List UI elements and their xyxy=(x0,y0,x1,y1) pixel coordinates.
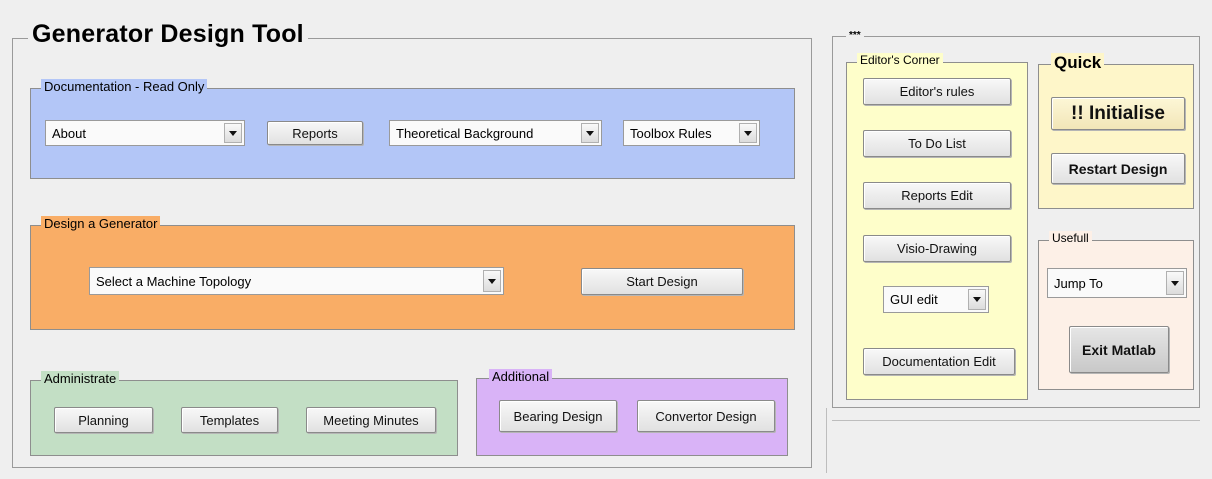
about-select-value: About xyxy=(52,125,86,141)
documentation-panel: Documentation - Read Only About Reports … xyxy=(30,79,795,179)
convertor-design-button[interactable]: Convertor Design xyxy=(637,400,775,432)
editors-rules-button[interactable]: Editor's rules xyxy=(863,78,1011,105)
chevron-down-icon xyxy=(224,123,242,143)
chevron-down-icon xyxy=(483,270,501,292)
editors-corner-label: Editor's Corner xyxy=(857,53,943,67)
reports-button[interactable]: Reports xyxy=(267,121,363,145)
gui-select-value: GUI edit xyxy=(890,292,938,307)
start-design-button[interactable]: Start Design xyxy=(581,268,743,295)
restart-design-button[interactable]: Restart Design xyxy=(1051,153,1185,184)
theoretical-background-select[interactable]: Theoretical Background xyxy=(389,120,602,146)
toolbox-rules-select[interactable]: Toolbox Rules xyxy=(623,120,760,146)
additional-panel-label: Additional xyxy=(489,369,553,384)
chevron-down-icon xyxy=(581,123,599,143)
design-panel-label: Design a Generator xyxy=(41,216,161,231)
jump-to-select[interactable]: Jump To xyxy=(1047,268,1187,298)
chevron-down-icon xyxy=(968,289,986,310)
meeting-minutes-button[interactable]: Meeting Minutes xyxy=(306,407,436,433)
bearing-design-button[interactable]: Bearing Design xyxy=(499,400,617,432)
additional-panel: Additional Bearing Design Convertor Desi… xyxy=(476,369,788,456)
quick-panel-label: Quick xyxy=(1051,53,1105,73)
gui-edit-select[interactable]: GUI edit xyxy=(883,286,989,313)
useful-panel: Usefull Jump To Exit Matlab xyxy=(1038,231,1194,390)
side-frame-title: *** xyxy=(846,30,864,41)
divider xyxy=(832,420,1200,421)
design-generator-panel: Design a Generator Select a Machine Topo… xyxy=(30,216,795,330)
initialise-button[interactable]: !! Initialise xyxy=(1051,97,1185,130)
jump-select-value: Jump To xyxy=(1054,275,1103,291)
documentation-edit-button[interactable]: Documentation Edit xyxy=(863,348,1015,375)
documentation-panel-label: Documentation - Read Only xyxy=(41,79,208,94)
topology-select-value: Select a Machine Topology xyxy=(96,273,252,289)
templates-button[interactable]: Templates xyxy=(181,407,278,433)
administrate-panel-label: Administrate xyxy=(41,371,120,386)
machine-topology-select[interactable]: Select a Machine Topology xyxy=(89,267,504,295)
exit-matlab-button[interactable]: Exit Matlab xyxy=(1069,326,1169,373)
administrate-panel: Administrate Planning Templates Meeting … xyxy=(30,371,458,456)
planning-button[interactable]: Planning xyxy=(54,407,153,433)
toolbox-select-value: Toolbox Rules xyxy=(630,125,712,141)
reports-edit-button[interactable]: Reports Edit xyxy=(863,182,1011,209)
useful-panel-label: Usefull xyxy=(1049,231,1092,245)
chevron-down-icon xyxy=(1166,271,1184,295)
editors-corner-panel: Editor's Corner Editor's rules To Do Lis… xyxy=(846,53,1028,400)
quick-panel: Quick !! Initialise Restart Design xyxy=(1038,53,1194,209)
to-do-list-button[interactable]: To Do List xyxy=(863,130,1011,157)
app-title: Generator Design Tool xyxy=(28,20,308,49)
about-select[interactable]: About xyxy=(45,120,245,146)
divider xyxy=(826,408,827,473)
chevron-down-icon xyxy=(739,123,757,143)
visio-drawing-button[interactable]: Visio-Drawing xyxy=(863,235,1011,262)
theory-select-value: Theoretical Background xyxy=(396,125,534,141)
